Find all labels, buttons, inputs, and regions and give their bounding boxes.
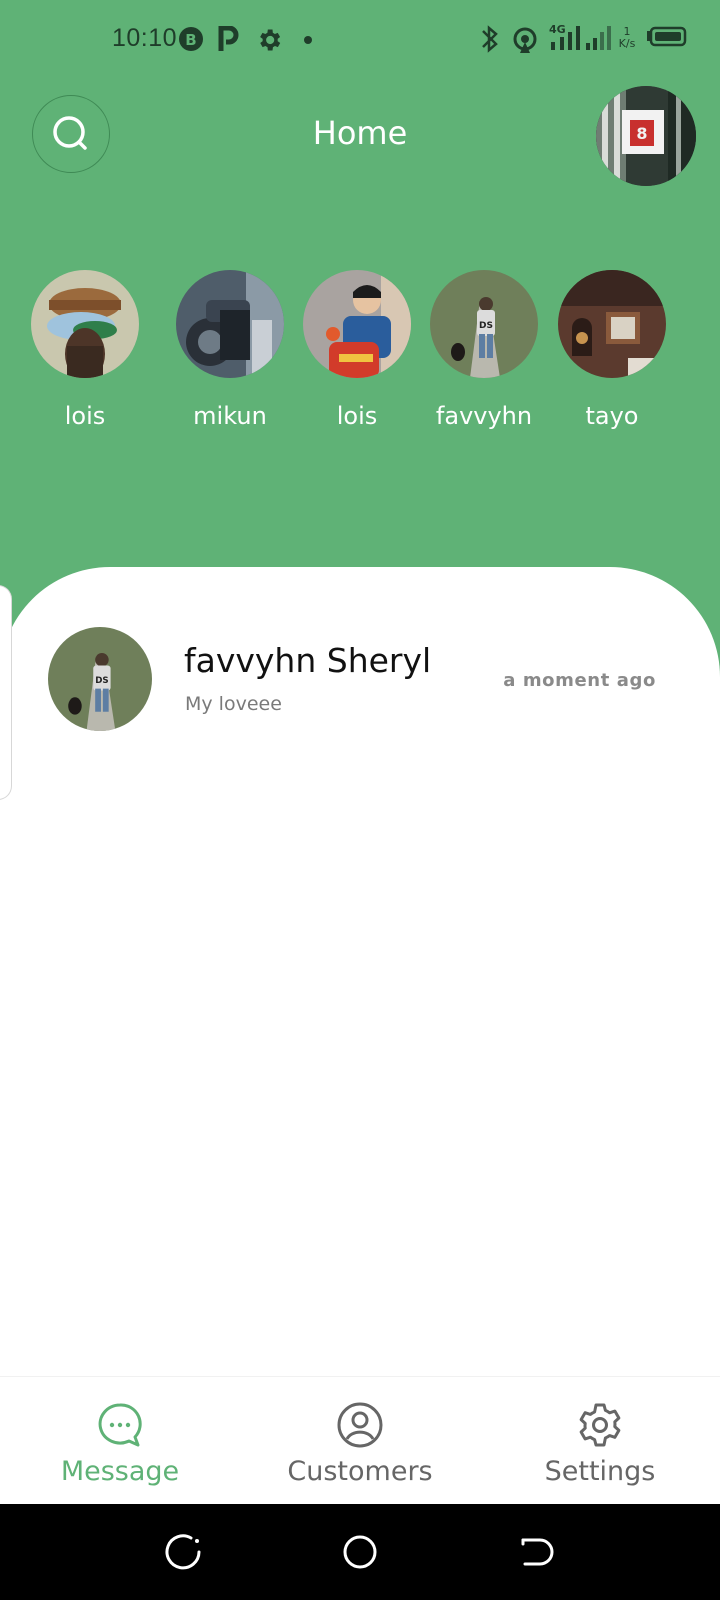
story-avatar xyxy=(303,270,411,378)
gear-icon xyxy=(579,1403,621,1447)
story-name: tayo xyxy=(585,402,639,430)
chat-bubble-icon xyxy=(98,1403,142,1447)
chat-contact-name: favvyhn Sheryl xyxy=(184,641,432,680)
system-navigation-bar xyxy=(0,1504,720,1600)
story-name: favvyhn xyxy=(435,402,533,430)
hotspot-icon xyxy=(513,27,537,53)
svg-text:B: B xyxy=(185,31,196,49)
bluetooth-icon xyxy=(482,25,498,53)
chat-last-message: My loveee xyxy=(185,693,282,715)
speed-indicator: 1 K/s xyxy=(612,22,642,56)
chat-list-item[interactable]: DS favvyhn Sheryl My loveee a moment ago xyxy=(0,625,720,735)
network-type: 4G xyxy=(549,23,566,36)
story-avatar: DS xyxy=(430,270,538,378)
profile-avatar[interactable]: 8 xyxy=(596,86,696,186)
recent-apps-icon[interactable] xyxy=(164,1532,204,1572)
chat-timestamp: a moment ago xyxy=(503,670,656,691)
nav-label-message: Message xyxy=(60,1456,180,1487)
nav-item-customers[interactable]: Customers xyxy=(260,1377,460,1505)
nav-label-customers: Customers xyxy=(287,1456,433,1487)
svg-text:DS: DS xyxy=(95,676,108,686)
nav-label-settings: Settings xyxy=(544,1456,656,1487)
story-item[interactable]: DS favvyhn xyxy=(430,270,538,430)
parking-icon xyxy=(218,26,239,51)
dot-icon xyxy=(304,36,312,44)
gear-icon xyxy=(260,29,281,51)
nav-item-message[interactable]: Message xyxy=(20,1377,220,1505)
signal-4g-icon: 4G xyxy=(549,23,580,50)
story-item[interactable]: tayo xyxy=(558,270,666,430)
story-name: lois xyxy=(336,402,378,430)
profile-photo: 8 xyxy=(596,86,696,186)
story-name: mikun xyxy=(193,402,267,430)
story-avatar xyxy=(558,270,666,378)
chat-avatar: DS xyxy=(48,627,152,731)
nav-item-settings[interactable]: Settings xyxy=(500,1377,700,1505)
status-time: 10:10 xyxy=(112,24,178,52)
svg-text:DS: DS xyxy=(479,321,493,331)
story-avatar xyxy=(176,270,284,378)
home-icon[interactable] xyxy=(340,1532,380,1572)
b-circle-icon: B xyxy=(179,27,203,51)
user-circle-icon xyxy=(337,1402,383,1448)
story-item[interactable]: lois xyxy=(31,270,139,430)
status-bar: 10:10 B 4G 1 K/s xyxy=(0,0,720,80)
story-avatar xyxy=(31,270,139,378)
battery-icon xyxy=(647,26,687,47)
signal-icon xyxy=(586,26,611,50)
bottom-navigation: Message Customers Settings xyxy=(0,1376,720,1504)
speed-unit: K/s xyxy=(618,37,636,50)
story-name: lois xyxy=(64,402,106,430)
story-item[interactable]: mikun xyxy=(176,270,284,430)
back-icon[interactable] xyxy=(516,1532,556,1572)
svg-text:8: 8 xyxy=(636,124,647,143)
story-item[interactable]: lois xyxy=(303,270,411,430)
